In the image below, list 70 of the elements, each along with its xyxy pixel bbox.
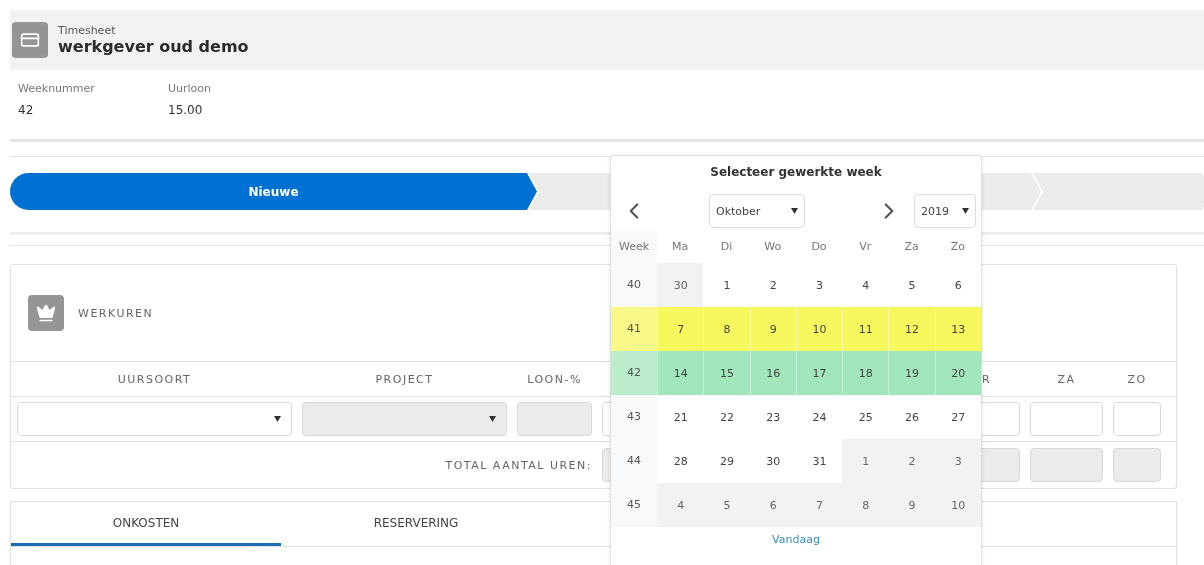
weekday-heading: Vr — [858, 239, 873, 255]
weekday-heading: Zo — [949, 239, 966, 255]
calendar-day[interactable]: 20 — [934, 351, 981, 395]
calendar-day[interactable]: 10 — [795, 307, 843, 351]
popup-title: Selecteer gewerkte week — [709, 164, 883, 179]
dropdown-field[interactable] — [17, 402, 292, 436]
total-label: TOTAL AANTAL UREN: — [445, 458, 592, 472]
weekday-heading: Za — [903, 239, 920, 255]
column-header: ZA — [1056, 372, 1077, 386]
calendar-day[interactable]: 16 — [749, 351, 796, 395]
caret-icon — [962, 208, 969, 214]
calendar-day[interactable]: 7 — [795, 483, 843, 527]
week-number[interactable]: 41 — [611, 307, 657, 351]
field-label: Uurloon — [168, 82, 213, 95]
field-value: 42 — [18, 103, 35, 117]
input-field[interactable] — [1030, 402, 1103, 436]
calendar-day[interactable]: 9 — [888, 483, 935, 527]
calendar-day[interactable]: 15 — [703, 351, 750, 395]
weekday-heading: Ma — [671, 239, 690, 255]
record-title: werkgever oud demo — [58, 37, 249, 56]
path-step[interactable]: Nieuwe — [10, 173, 537, 210]
column-header: ZO — [1126, 372, 1148, 386]
calendar-day[interactable]: 6 — [749, 483, 796, 527]
caret-icon — [489, 416, 496, 422]
week-number[interactable]: 43 — [611, 395, 657, 439]
weekday-heading: Wo — [763, 239, 783, 255]
field-value: 15.00 — [168, 103, 204, 117]
calendar-day[interactable]: 19 — [888, 351, 935, 395]
calendar-day[interactable]: 17 — [795, 351, 843, 395]
weekday-heading: Do — [810, 239, 828, 255]
calendar-day[interactable]: 4 — [657, 483, 704, 527]
week-number[interactable]: 42 — [611, 351, 657, 395]
week-heading: Week — [611, 231, 657, 263]
calendar-day[interactable]: 8 — [842, 483, 889, 527]
week-number[interactable]: 44 — [611, 439, 657, 483]
calendar-day[interactable]: 30 — [657, 263, 704, 307]
card-icon — [12, 22, 48, 58]
calendar-day[interactable]: 1 — [842, 439, 889, 483]
weekday-heading: Di — [719, 239, 734, 255]
calendar-day[interactable]: 9 — [749, 307, 796, 351]
calendar-day[interactable]: 14 — [657, 351, 704, 395]
calendar-day[interactable]: 5 — [703, 483, 750, 527]
crown-icon — [28, 295, 64, 331]
calendar-day[interactable]: 12 — [888, 307, 935, 351]
calendar-day[interactable]: 13 — [934, 307, 981, 351]
column-header: PROJECT — [374, 372, 435, 386]
field-label: Weeknummer — [18, 82, 96, 95]
calendar-day[interactable]: 11 — [842, 307, 889, 351]
calendar-day[interactable]: 7 — [657, 307, 704, 351]
caret-icon — [791, 208, 798, 214]
section-title: WERKUREN — [78, 306, 154, 320]
column-header: R — [982, 372, 992, 386]
record-type: Timesheet — [58, 24, 117, 37]
today-link[interactable]: Vandaag — [772, 533, 820, 546]
month-select[interactable]: Oktober — [709, 194, 805, 228]
column-header: LOON-% — [526, 372, 583, 386]
calendar-day[interactable]: 2 — [888, 439, 935, 483]
calendar-day[interactable]: 18 — [842, 351, 889, 395]
caret-icon — [274, 416, 281, 422]
calendar-day[interactable]: 3 — [934, 439, 981, 483]
tab[interactable]: ONKOSTEN — [11, 502, 281, 546]
total-field — [1113, 448, 1161, 482]
calendar-day[interactable]: 8 — [703, 307, 750, 351]
year-select[interactable]: 2019 — [914, 194, 976, 228]
column-header: UURSOORT — [116, 372, 193, 386]
input-field[interactable] — [1113, 402, 1161, 436]
tab[interactable]: RESERVERING — [281, 502, 551, 546]
calendar-day[interactable]: 10 — [934, 483, 981, 527]
week-number[interactable]: 45 — [611, 483, 657, 527]
week-number[interactable]: 40 — [611, 263, 657, 307]
